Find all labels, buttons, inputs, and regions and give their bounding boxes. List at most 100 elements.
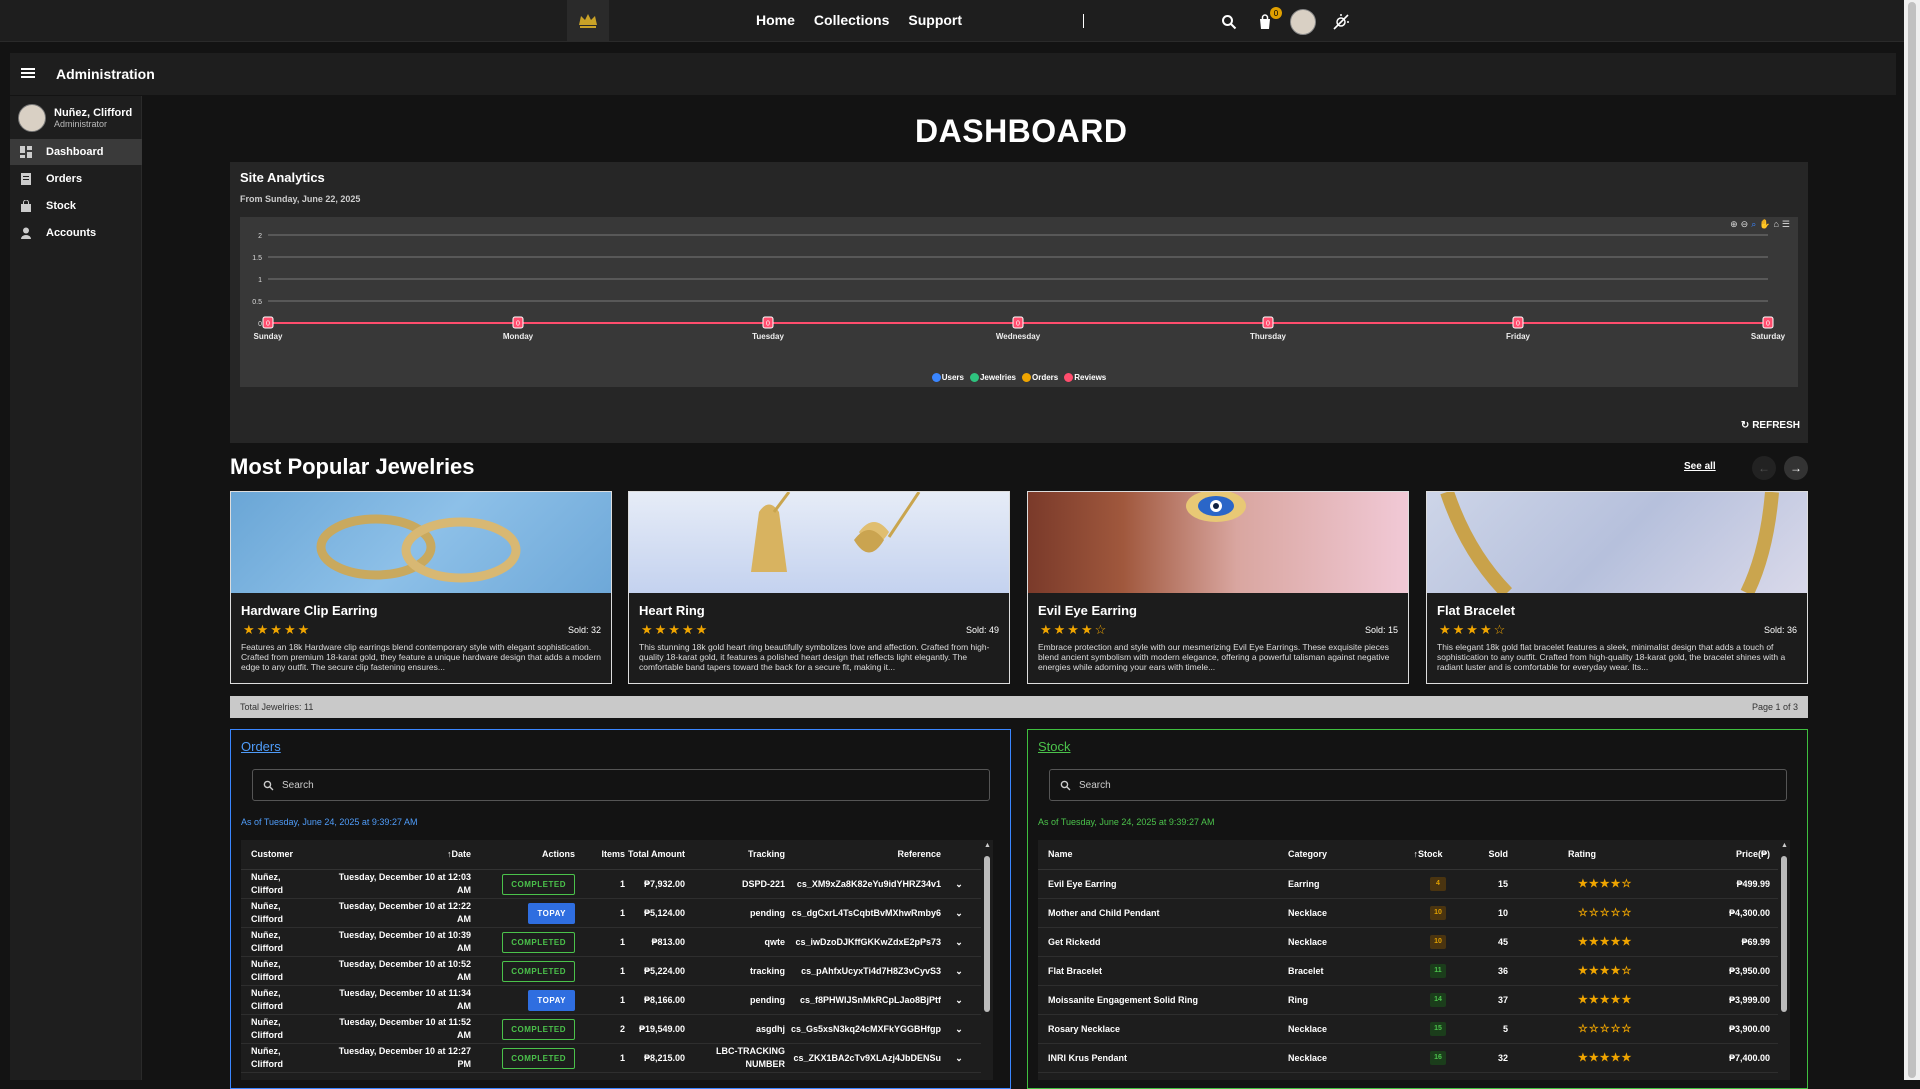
table-row[interactable]: Moissanite Engagement Solid Ring Ring 14… (1038, 986, 1778, 1015)
cell-customer: Nuñez, Clifford (251, 988, 283, 1011)
expand-chevron-icon[interactable]: ⌄ (953, 1015, 965, 1043)
reset-home-icon[interactable]: ⌂ (1773, 219, 1778, 230)
product-description: Features an 18k Hardware clip earrings b… (241, 642, 602, 672)
zoom-out-icon[interactable]: ⊖ (1741, 219, 1749, 230)
cell-rating: ☆☆☆☆☆ (1578, 899, 1658, 927)
orders-title-link[interactable]: Orders (241, 739, 281, 754)
table-row[interactable]: Nuñez, Clifford Tuesday, December 10 at … (241, 1015, 981, 1044)
col-reference[interactable]: Reference (785, 840, 941, 869)
expand-chevron-icon[interactable]: ⌄ (953, 957, 965, 985)
table-scrollbar[interactable]: ▲ (983, 842, 991, 1078)
cell-sold: 45 (1497, 936, 1508, 947)
main-nav: Home Collections Support (756, 12, 962, 28)
table-row[interactable]: Nuñez, Clifford Tuesday, December 10 at … (241, 1044, 981, 1073)
zoom-in-icon[interactable]: ⊕ (1730, 219, 1738, 230)
search-icon[interactable] (1218, 11, 1240, 33)
expand-chevron-icon[interactable]: ⌄ (953, 1044, 965, 1072)
table-row[interactable]: Nuñez, Clifford Tuesday, December 10 at … (241, 870, 981, 899)
col-actions[interactable]: Actions (491, 840, 575, 869)
table-row[interactable]: Nuñez, Clifford Tuesday, December 10 at … (241, 986, 981, 1015)
carousel-prev-button[interactable]: ← (1752, 456, 1776, 480)
refresh-icon: ↻ (1740, 420, 1750, 431)
hamburger-menu-icon[interactable] (20, 65, 36, 81)
theme-toggle-icon[interactable] (1330, 11, 1352, 33)
nav-support-link[interactable]: Support (908, 12, 962, 28)
stock-title-link[interactable]: Stock (1038, 739, 1071, 754)
cart-icon[interactable]: 0 (1254, 7, 1282, 33)
col-date[interactable]: ↑ Date (391, 840, 471, 869)
stock-search-input[interactable]: Search (1049, 769, 1787, 801)
col-tracking[interactable]: Tracking (705, 840, 785, 869)
table-row[interactable]: Flat Bracelet Bracelet 11 36 ★★★★☆ ₱3,95… (1038, 957, 1778, 986)
cell-price: ₱3,999.00 (1728, 994, 1770, 1005)
legend-item-orders[interactable]: Orders (1022, 373, 1058, 382)
jewelry-card[interactable]: Flat Bracelet ★★★★☆ Sold: 36 This elegan… (1426, 491, 1808, 684)
sidebar-item-stock[interactable]: Stock (10, 193, 142, 219)
table-row[interactable]: INRI Krus Pendant Necklace 16 32 ★★★★★ ₱… (1038, 1044, 1778, 1073)
orders-search-input[interactable]: Search (252, 769, 990, 801)
nav-collections-link[interactable]: Collections (814, 12, 889, 28)
nav-home-link[interactable]: Home (756, 12, 795, 28)
refresh-button[interactable]: ↻ REFRESH (1741, 420, 1800, 431)
expand-chevron-icon[interactable]: ⌄ (953, 928, 965, 956)
cell-sold: 32 (1497, 1052, 1508, 1063)
chart-menu-icon[interactable]: ☰ (1782, 219, 1790, 230)
col-items[interactable]: Items (575, 840, 625, 869)
status-badge[interactable]: COMPLETED (502, 1047, 575, 1069)
page-scrollbar[interactable] (1904, 0, 1920, 1080)
col-stock[interactable]: ↑ Stock (1398, 840, 1458, 869)
legend-item-reviews[interactable]: Reviews (1064, 373, 1106, 382)
cell-name: Get Rickedd (1048, 936, 1101, 947)
table-row[interactable]: Nuñez, Clifford Tuesday, December 10 at … (241, 957, 981, 986)
cell-name: Moissanite Engagement Solid Ring (1048, 994, 1199, 1005)
legend-item-users[interactable]: Users (931, 373, 964, 382)
table-row[interactable]: Get Rickedd Necklace 10 45 ★★★★★ ₱69.99 (1038, 928, 1778, 957)
table-row[interactable]: Nuñez, Clifford Tuesday, December 10 at … (241, 928, 981, 957)
product-name: Hardware Clip Earring (241, 603, 378, 618)
col-customer[interactable]: Customer (251, 840, 311, 869)
status-badge[interactable]: TOPAY (528, 902, 575, 924)
status-badge[interactable]: COMPLETED (502, 931, 575, 953)
expand-chevron-icon[interactable]: ⌄ (953, 899, 965, 927)
status-badge[interactable]: COMPLETED (502, 960, 575, 982)
table-row[interactable]: Rosary Necklace Necklace 15 5 ☆☆☆☆☆ ₱3,9… (1038, 1015, 1778, 1044)
sidebar-item-orders[interactable]: Orders (10, 166, 142, 192)
col-price[interactable]: Price(₱) (1678, 840, 1770, 869)
col-category[interactable]: Category (1288, 840, 1368, 869)
col-rating[interactable]: Rating (1568, 840, 1648, 869)
status-badge[interactable]: COMPLETED (502, 873, 575, 895)
status-badge[interactable]: COMPLETED (502, 1018, 575, 1040)
search-placeholder: Search (282, 779, 314, 791)
cell-reference: cs_dgCxrL4TsCqbtBvMXhwRmby6 (791, 907, 941, 918)
pan-icon[interactable]: ✋ (1759, 219, 1770, 230)
jewelry-card[interactable]: Hardware Clip Earring ★★★★★ Sold: 32 Fea… (230, 491, 612, 684)
expand-chevron-icon[interactable]: ⌄ (953, 870, 965, 898)
cell-customer: Nuñez, Clifford (251, 959, 283, 982)
cell-date: Tuesday, December 10 at 12:27 PM (338, 1046, 471, 1069)
expand-chevron-icon[interactable]: ⌄ (953, 986, 965, 1014)
sidebar-item-dashboard[interactable]: Dashboard (10, 139, 142, 165)
table-scrollbar[interactable]: ▲ (1780, 842, 1788, 1078)
table-row[interactable]: Nuñez, Clifford Tuesday, December 10 at … (241, 899, 981, 928)
orders-table: Customer ↑ Date Actions Items Total Amoun… (241, 840, 993, 1080)
cell-price: ₱499.99 (1736, 878, 1770, 889)
carousel-next-button[interactable]: → (1784, 456, 1808, 480)
col-total[interactable]: Total Amount (625, 840, 685, 869)
col-name[interactable]: Name (1048, 840, 1128, 869)
analytics-subtitle: From Sunday, June 22, 2025 (240, 194, 361, 204)
table-row[interactable]: Mother and Child Pendant Necklace 10 10 … (1038, 899, 1778, 928)
brand-logo[interactable] (567, 0, 609, 42)
see-all-link[interactable]: See all (1684, 461, 1716, 472)
rating-stars: ★★★★★ (641, 622, 710, 637)
col-sold[interactable]: Sold (1458, 840, 1509, 869)
cell-items: 1 (619, 965, 625, 976)
jewelry-card[interactable]: Evil Eye Earring ★★★★☆ Sold: 15 Embrace … (1027, 491, 1409, 684)
table-row[interactable]: Evil Eye Earring Earring 4 15 ★★★★☆ ₱499… (1038, 870, 1778, 899)
user-avatar[interactable] (1290, 9, 1316, 35)
sidebar-item-accounts[interactable]: Accounts (10, 220, 142, 246)
cell-date: Tuesday, December 10 at 10:39 AM (338, 930, 471, 953)
legend-item-jewelries[interactable]: Jewelries (969, 373, 1016, 382)
status-badge[interactable]: TOPAY (528, 989, 575, 1011)
jewelry-card[interactable]: Heart Ring ★★★★★ Sold: 49 This stunning … (628, 491, 1010, 684)
zoom-select-icon[interactable]: ⌕ (1751, 219, 1756, 230)
